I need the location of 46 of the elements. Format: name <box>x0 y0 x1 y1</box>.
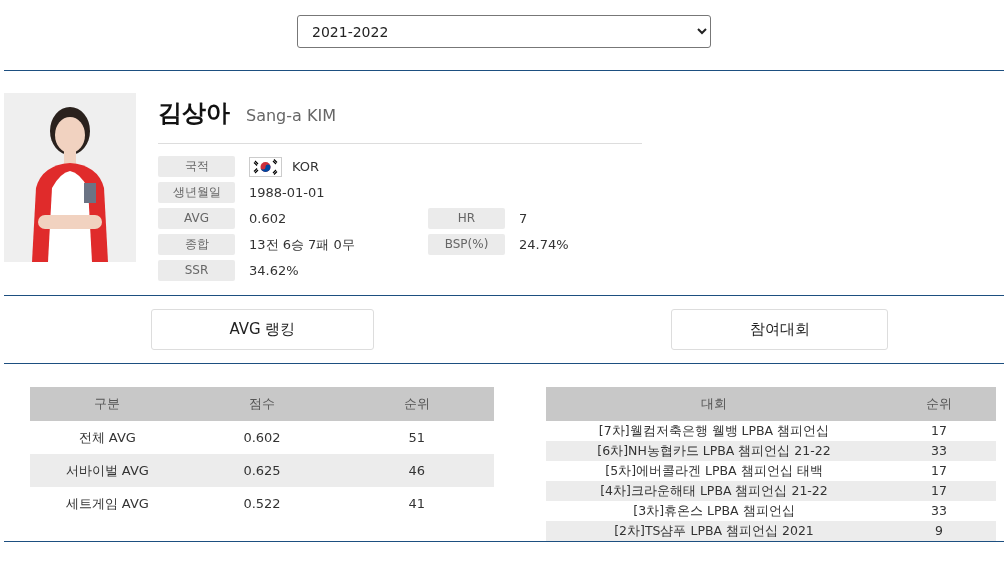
player-english-name: Sang-a KIM <box>246 106 336 125</box>
tab-button[interactable]: AVG 랭킹 <box>151 309 374 350</box>
table-cell: 17 <box>882 421 996 441</box>
table-cell: 서바이벌 AVG <box>30 454 185 487</box>
info-label: 종합 <box>158 234 235 255</box>
info-value: 24.74% <box>519 236 570 254</box>
info-value: 13전 6승 7패 0무 <box>249 235 355 254</box>
column-header: 순위 <box>339 387 494 421</box>
table-cell: 33 <box>882 501 996 521</box>
tab-button[interactable]: 참여대회 <box>671 309 888 350</box>
table-cell: 41 <box>339 487 494 520</box>
flag-icon <box>249 156 282 177</box>
info-value: KOR <box>292 159 320 174</box>
table-cell: 세트게임 AVG <box>30 487 185 520</box>
info-label: AVG <box>158 208 235 229</box>
info-value: 7 <box>519 210 529 228</box>
info-label: BSP(%) <box>428 234 505 255</box>
table-cell: 33 <box>882 441 996 461</box>
table-cell: [2차]TS샴푸 LPBA 챔피언십 2021 <box>546 521 882 541</box>
table-cell: 51 <box>339 421 494 454</box>
column-header: 점수 <box>184 387 340 421</box>
info-label: SSR <box>158 260 235 281</box>
table-cell: 17 <box>882 481 996 501</box>
table-cell: 0.625 <box>184 454 340 487</box>
table-cell: 46 <box>339 454 494 487</box>
table-cell: [5차]에버콜라겐 LPBA 챔피언십 태백 <box>546 461 882 481</box>
table-cell: 전체 AVG <box>30 421 185 454</box>
table-cell: 0.602 <box>184 421 340 454</box>
info-value: 0.602 <box>249 211 287 226</box>
table-cell: 9 <box>882 521 996 541</box>
info-label: HR <box>428 208 505 229</box>
info-label: 생년월일 <box>158 182 235 203</box>
season-select[interactable]: 2021-2022 <box>297 15 711 48</box>
column-header: 순위 <box>882 387 996 421</box>
info-value: 34.62% <box>249 263 299 278</box>
table-cell: [4차]크라운해태 LPBA 챔피언십 21-22 <box>546 481 882 501</box>
table-cell: [6차]NH농협카드 LPBA 챔피언십 21-22 <box>546 441 882 461</box>
column-header: 구분 <box>30 387 185 421</box>
player-name: 김상아 <box>158 98 230 129</box>
info-value: 1988-01-01 <box>249 185 325 200</box>
column-header: 대회 <box>546 387 882 421</box>
table-cell: 17 <box>882 461 996 481</box>
table-cell: 0.522 <box>184 487 340 520</box>
table-cell: [7차]웰컴저축은행 웰뱅 LPBA 챔피언십 <box>546 421 882 441</box>
info-label: 국적 <box>158 156 235 177</box>
table-cell: [3차]휴온스 LPBA 챔피언십 <box>546 501 882 521</box>
